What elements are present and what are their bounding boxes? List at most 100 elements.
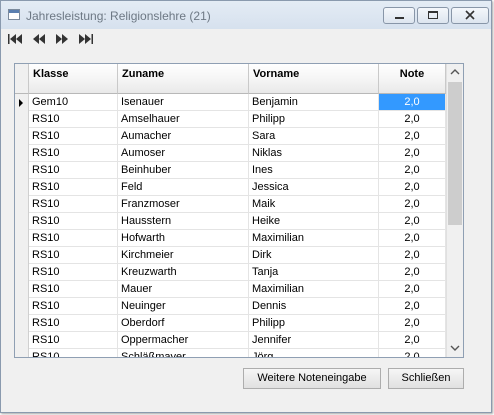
close-dialog-button[interactable]: Schließen <box>388 368 464 389</box>
close-button[interactable] <box>451 7 489 24</box>
table-row[interactable]: RS10 Hofwarth Maximilian 2,0 <box>29 230 446 247</box>
table-row[interactable]: RS10 Amselhauer Philipp 2,0 <box>29 111 446 128</box>
header-note[interactable]: Note <box>379 64 446 94</box>
first-record-button[interactable] <box>6 31 24 47</box>
cell-klasse[interactable]: RS10 <box>29 264 118 281</box>
cell-klasse[interactable]: RS10 <box>29 128 118 145</box>
cell-klasse[interactable]: RS10 <box>29 349 118 357</box>
row-selector[interactable] <box>15 281 29 298</box>
cell-vorname[interactable]: Maik <box>249 196 379 213</box>
table-row[interactable]: RS10 Aumacher Sara 2,0 <box>29 128 446 145</box>
row-selector[interactable] <box>15 230 29 247</box>
cell-zuname[interactable]: Mauer <box>118 281 249 298</box>
cell-note[interactable]: 2,0 <box>379 179 446 196</box>
table-row[interactable]: RS10 Neuinger Dennis 2,0 <box>29 298 446 315</box>
cell-vorname[interactable]: Maximilian <box>249 230 379 247</box>
cell-klasse[interactable]: RS10 <box>29 281 118 298</box>
table-row[interactable]: Gem10 Isenauer Benjamin 2,0 <box>29 94 446 111</box>
cell-vorname[interactable]: Jörg <box>249 349 379 357</box>
cell-zuname[interactable]: Kirchmeier <box>118 247 249 264</box>
cell-note[interactable]: 2,0 <box>379 281 446 298</box>
cell-note[interactable]: 2,0 <box>379 230 446 247</box>
cell-zuname[interactable]: Hausstern <box>118 213 249 230</box>
table-row[interactable]: RS10 Kirchmeier Dirk 2,0 <box>29 247 446 264</box>
cell-vorname[interactable]: Sara <box>249 128 379 145</box>
table-row[interactable]: RS10 Oppermacher Jennifer 2,0 <box>29 332 446 349</box>
cell-klasse[interactable]: Gem10 <box>29 94 118 111</box>
cell-zuname[interactable]: Franzmoser <box>118 196 249 213</box>
table-row[interactable]: RS10 Kreuzwarth Tanja 2,0 <box>29 264 446 281</box>
table-row[interactable]: RS10 Hausstern Heike 2,0 <box>29 213 446 230</box>
table-row[interactable]: RS10 Oberdorf Philipp 2,0 <box>29 315 446 332</box>
cell-zuname[interactable]: Isenauer <box>118 94 249 111</box>
cell-note[interactable]: 2,0 <box>379 298 446 315</box>
cell-vorname[interactable]: Maximilian <box>249 281 379 298</box>
table-row[interactable]: RS10 Schläßmayer Jörg 2,0 <box>29 349 446 357</box>
cell-zuname[interactable]: Feld <box>118 179 249 196</box>
scroll-up-button[interactable] <box>447 64 463 81</box>
cell-klasse[interactable]: RS10 <box>29 315 118 332</box>
table-row[interactable]: RS10 Beinhuber Ines 2,0 <box>29 162 446 179</box>
header-zuname[interactable]: Zuname <box>118 64 249 94</box>
cell-note[interactable]: 2,0 <box>379 196 446 213</box>
cell-note[interactable]: 2,0 <box>379 145 446 162</box>
cell-vorname[interactable]: Heike <box>249 213 379 230</box>
header-klasse[interactable]: Klasse <box>29 64 118 94</box>
table-row[interactable]: RS10 Mauer Maximilian 2,0 <box>29 281 446 298</box>
cell-note[interactable]: 2,0 <box>379 162 446 179</box>
cell-note[interactable]: 2,0 <box>379 349 446 357</box>
further-grade-entry-button[interactable]: Weitere Noteneingabe <box>243 368 381 389</box>
cell-klasse[interactable]: RS10 <box>29 179 118 196</box>
cell-zuname[interactable]: Oberdorf <box>118 315 249 332</box>
row-selector[interactable] <box>15 111 29 128</box>
row-selector[interactable] <box>15 162 29 179</box>
scroll-down-button[interactable] <box>447 340 463 357</box>
row-selector[interactable] <box>15 349 29 357</box>
title-bar[interactable]: Jahresleistung: Religionslehre (21) <box>1 1 491 29</box>
cell-zuname[interactable]: Oppermacher <box>118 332 249 349</box>
cell-klasse[interactable]: RS10 <box>29 230 118 247</box>
cell-note[interactable]: 2,0 <box>379 94 446 111</box>
row-selector[interactable] <box>15 145 29 162</box>
cell-note[interactable]: 2,0 <box>379 247 446 264</box>
table-row[interactable]: RS10 Franzmoser Maik 2,0 <box>29 196 446 213</box>
cell-vorname[interactable]: Dirk <box>249 247 379 264</box>
row-selector[interactable] <box>15 247 29 264</box>
cell-vorname[interactable]: Benjamin <box>249 94 379 111</box>
header-vorname[interactable]: Vorname <box>249 64 379 94</box>
cell-vorname[interactable]: Philipp <box>249 315 379 332</box>
cell-vorname[interactable]: Ines <box>249 162 379 179</box>
vertical-scrollbar[interactable] <box>446 64 463 357</box>
last-record-button[interactable] <box>77 31 95 47</box>
grades-table[interactable]: Klasse Zuname Vorname Note Gem10 Isenauer… <box>14 63 464 358</box>
cell-note[interactable]: 2,0 <box>379 264 446 281</box>
cell-klasse[interactable]: RS10 <box>29 145 118 162</box>
cell-klasse[interactable]: RS10 <box>29 162 118 179</box>
cell-vorname[interactable]: Tanja <box>249 264 379 281</box>
cell-note[interactable]: 2,0 <box>379 128 446 145</box>
cell-zuname[interactable]: Kreuzwarth <box>118 264 249 281</box>
next-record-button[interactable] <box>53 31 71 47</box>
row-selector[interactable] <box>15 179 29 196</box>
row-selector[interactable] <box>15 332 29 349</box>
cell-klasse[interactable]: RS10 <box>29 196 118 213</box>
table-row[interactable]: RS10 Aumoser Niklas 2,0 <box>29 145 446 162</box>
cell-vorname[interactable]: Philipp <box>249 111 379 128</box>
maximize-button[interactable] <box>417 7 449 24</box>
cell-klasse[interactable]: RS10 <box>29 298 118 315</box>
cell-zuname[interactable]: Schläßmayer <box>118 349 249 357</box>
cell-zuname[interactable]: Beinhuber <box>118 162 249 179</box>
cell-klasse[interactable]: RS10 <box>29 247 118 264</box>
cell-vorname[interactable]: Jessica <box>249 179 379 196</box>
cell-klasse[interactable]: RS10 <box>29 111 118 128</box>
row-selector[interactable] <box>15 264 29 281</box>
cell-zuname[interactable]: Neuinger <box>118 298 249 315</box>
row-selector[interactable] <box>15 128 29 145</box>
previous-record-button[interactable] <box>31 31 49 47</box>
row-selector[interactable] <box>15 298 29 315</box>
cell-vorname[interactable]: Dennis <box>249 298 379 315</box>
cell-klasse[interactable]: RS10 <box>29 332 118 349</box>
cell-vorname[interactable]: Niklas <box>249 145 379 162</box>
minimize-button[interactable] <box>383 7 415 24</box>
cell-zuname[interactable]: Hofwarth <box>118 230 249 247</box>
